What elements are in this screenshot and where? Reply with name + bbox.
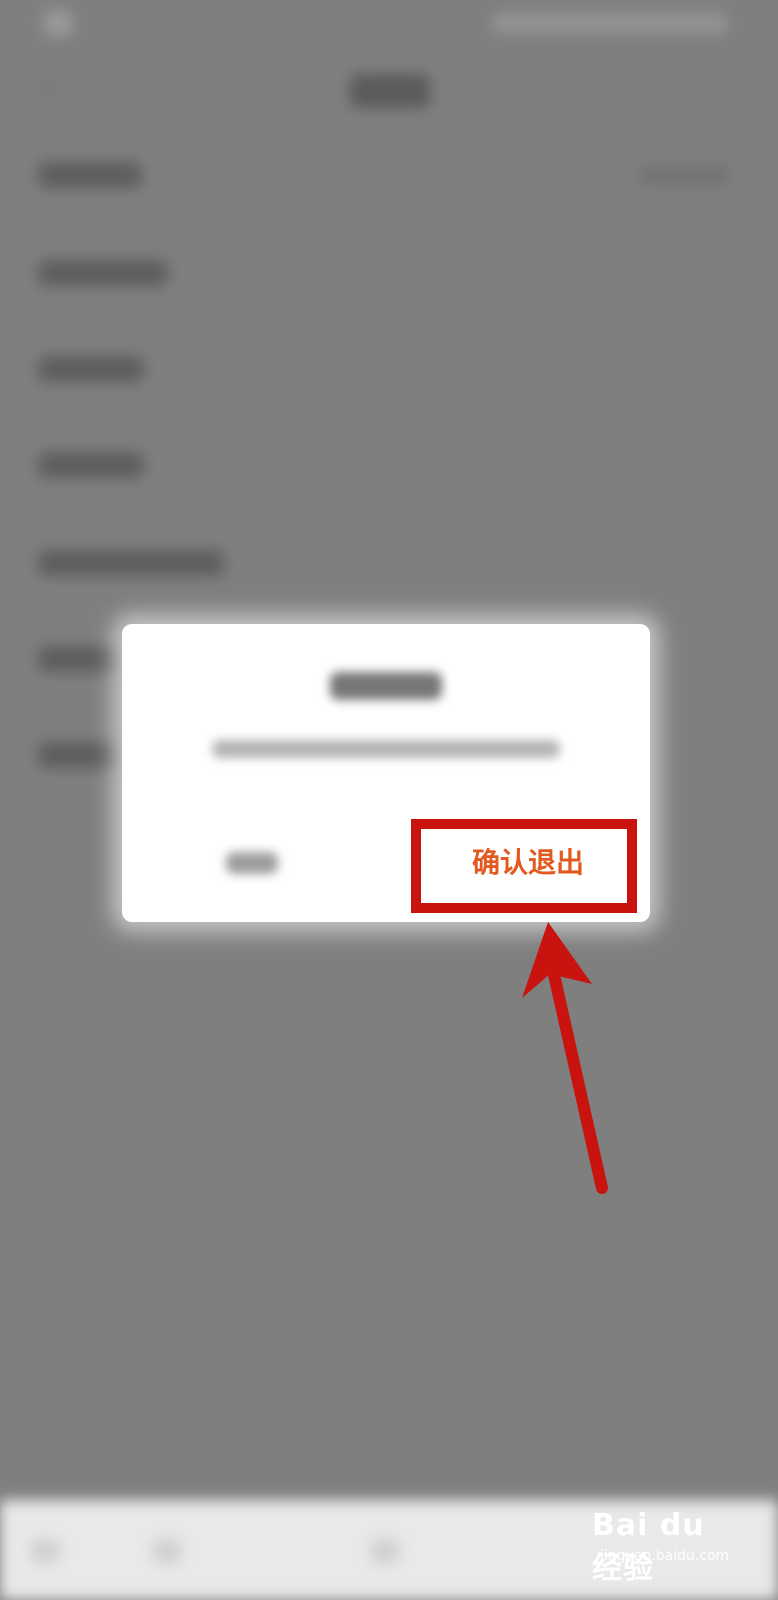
highlight-box [411, 819, 637, 913]
settings-row-3[interactable] [38, 356, 144, 382]
status-bar [0, 0, 778, 48]
tab-item[interactable] [370, 1538, 400, 1564]
tab-item[interactable] [152, 1538, 182, 1564]
settings-row-1[interactable] [38, 162, 142, 188]
dialog-title [330, 672, 442, 700]
tab-item[interactable] [30, 1538, 60, 1564]
screen: ‹ 确认退出 Bai du 经验 jingyan.baidu.com [0, 0, 778, 1600]
status-indicators [492, 12, 728, 34]
page-title [350, 74, 430, 108]
settings-row-6[interactable] [38, 646, 118, 672]
cancel-button[interactable] [226, 852, 278, 874]
settings-row-2[interactable] [38, 260, 168, 286]
settings-row-7[interactable] [38, 742, 118, 768]
back-arrow-icon[interactable]: ‹ [40, 72, 64, 106]
settings-row-1-value [640, 166, 730, 184]
settings-row-5[interactable] [38, 550, 224, 576]
baidu-jingyan-watermark: Bai du 经验 jingyan.baidu.com [592, 1508, 742, 1586]
settings-row-4[interactable] [38, 452, 144, 478]
watermark-url: jingyan.baidu.com [600, 1548, 730, 1564]
nav-bar: ‹ [0, 58, 778, 122]
status-app-icon [44, 10, 72, 36]
dialog-message [212, 740, 560, 758]
